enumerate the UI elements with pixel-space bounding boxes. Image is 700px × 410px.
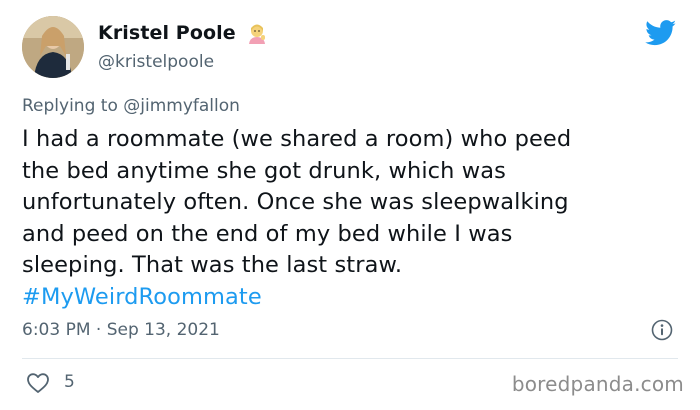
twitter-bird-icon[interactable] — [645, 20, 677, 46]
like-count: 5 — [64, 372, 75, 392]
author-row: Kristel Poole — [98, 22, 268, 44]
reply-mention-link[interactable]: @jimmyfallon — [123, 96, 240, 116]
tweet-line: I had a roommate (we shared a room) who … — [22, 126, 572, 152]
tweet-line: and peed on the end of my bed while I wa… — [22, 220, 513, 247]
heart-icon[interactable] — [26, 372, 50, 394]
author-display-name[interactable]: Kristel Poole — [98, 22, 236, 44]
avatar[interactable] — [22, 16, 84, 78]
divider — [22, 358, 678, 359]
tweet-line: sleeping. That was the last straw. — [22, 252, 403, 278]
reply-context: Replying to @jimmyfallon — [22, 96, 240, 116]
tweet-line: unfortunately often. Once she was sleepw… — [22, 189, 569, 215]
reply-prefix: Replying to — [22, 96, 124, 116]
tweet-line: the bed anytime she got drunk, which was — [22, 157, 506, 184]
tweet-text: I had a roommate (we shared a room) who … — [22, 124, 682, 313]
info-icon[interactable] — [651, 319, 673, 341]
tweet-timestamp[interactable]: 6:03 PM · Sep 13, 2021 — [22, 320, 220, 340]
hashtag-link[interactable]: #MyWeirdRoommate — [22, 282, 682, 314]
person-tipping-hand-emoji-icon — [246, 22, 268, 44]
watermark: boredpanda.com — [511, 372, 684, 396]
author-handle[interactable]: @kristelpoole — [98, 52, 214, 72]
